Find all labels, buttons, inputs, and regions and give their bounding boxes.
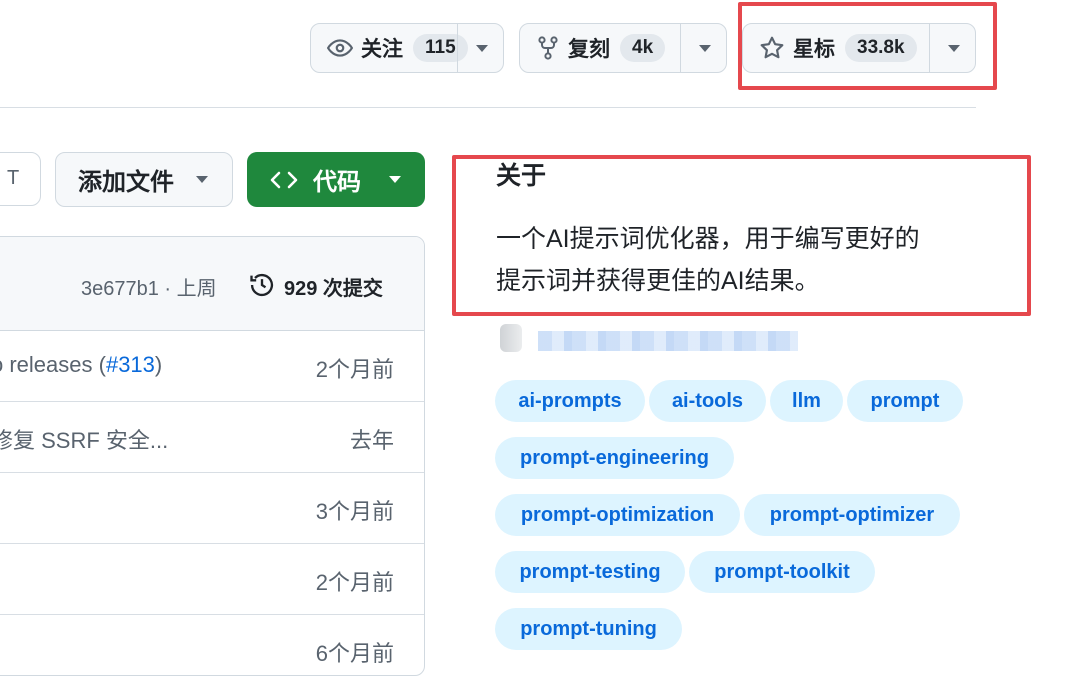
latest-commit-info[interactable]: 3e677b1 · 上周 [81, 272, 217, 301]
topic-tag[interactable]: llm [770, 380, 843, 422]
eye-icon [327, 39, 353, 57]
table-row[interactable]: 2个月前 [0, 543, 424, 615]
chevron-down-icon [476, 44, 488, 52]
table-row[interactable]: 6个月前 [0, 614, 424, 675]
commit-message[interactable]: o releases (#313) [0, 352, 162, 378]
watch-label: 关注 [361, 38, 403, 61]
fork-button[interactable]: 复刻 4k [519, 23, 727, 73]
code-label: 代码 [313, 169, 361, 196]
issue-link[interactable]: #313 [106, 352, 155, 377]
topic-tag[interactable]: prompt-toolkit [689, 551, 875, 593]
watch-dropdown-button[interactable] [457, 24, 506, 72]
topic-tag[interactable]: prompt-tuning [495, 608, 682, 650]
partial-button-label: T [7, 167, 20, 189]
topic-tag[interactable]: ai-prompts [495, 380, 645, 422]
topic-tag[interactable]: prompt-engineering [495, 437, 734, 479]
topic-tag[interactable]: prompt-optimization [495, 494, 740, 536]
table-row[interactable]: o releases (#313) 2个月前 [0, 330, 424, 402]
fork-dropdown-button[interactable] [680, 24, 729, 72]
table-row[interactable]: 修复 SSRF 安全... 去年 [0, 401, 424, 473]
table-row[interactable]: 3个月前 [0, 472, 424, 544]
commit-time: 6个月前 [315, 641, 394, 666]
fork-count: 4k [620, 34, 666, 62]
fork-label: 复刻 [568, 38, 610, 61]
commit-count-link[interactable]: 929 次提交 [284, 272, 383, 301]
watch-button[interactable]: 关注 115 [310, 23, 504, 73]
topic-tag[interactable]: prompt-testing [495, 551, 685, 593]
about-highlight-box [452, 155, 1031, 316]
chevron-down-icon [389, 176, 401, 183]
topic-tag[interactable]: prompt [847, 380, 963, 422]
chevron-down-icon [699, 44, 711, 52]
chevron-down-icon [196, 176, 208, 183]
commit-time: 2个月前 [315, 357, 394, 382]
header-divider [0, 107, 976, 108]
file-list-panel: 3e677b1 · 上周 929 次提交 o releases (#313) 2… [0, 236, 425, 676]
commit-message[interactable]: 修复 SSRF 安全... [0, 423, 168, 455]
code-button[interactable]: 代码 [247, 152, 425, 207]
repo-forked-icon [538, 36, 558, 60]
topic-tag[interactable]: ai-tools [649, 380, 766, 422]
latest-commit-bar: 3e677b1 · 上周 929 次提交 [0, 237, 424, 331]
blurred-link [538, 331, 798, 351]
commit-time: 2个月前 [315, 570, 394, 595]
commit-time: 3个月前 [315, 499, 394, 524]
code-icon [270, 171, 298, 188]
partial-button[interactable]: T [0, 152, 41, 206]
topic-tag[interactable]: prompt-optimizer [744, 494, 960, 536]
add-file-button[interactable]: 添加文件 [55, 152, 233, 207]
star-highlight-box [738, 2, 997, 90]
history-icon [250, 273, 274, 297]
add-file-label: 添加文件 [78, 169, 174, 196]
commit-time: 去年 [349, 428, 394, 453]
blurred-avatar [500, 324, 522, 352]
